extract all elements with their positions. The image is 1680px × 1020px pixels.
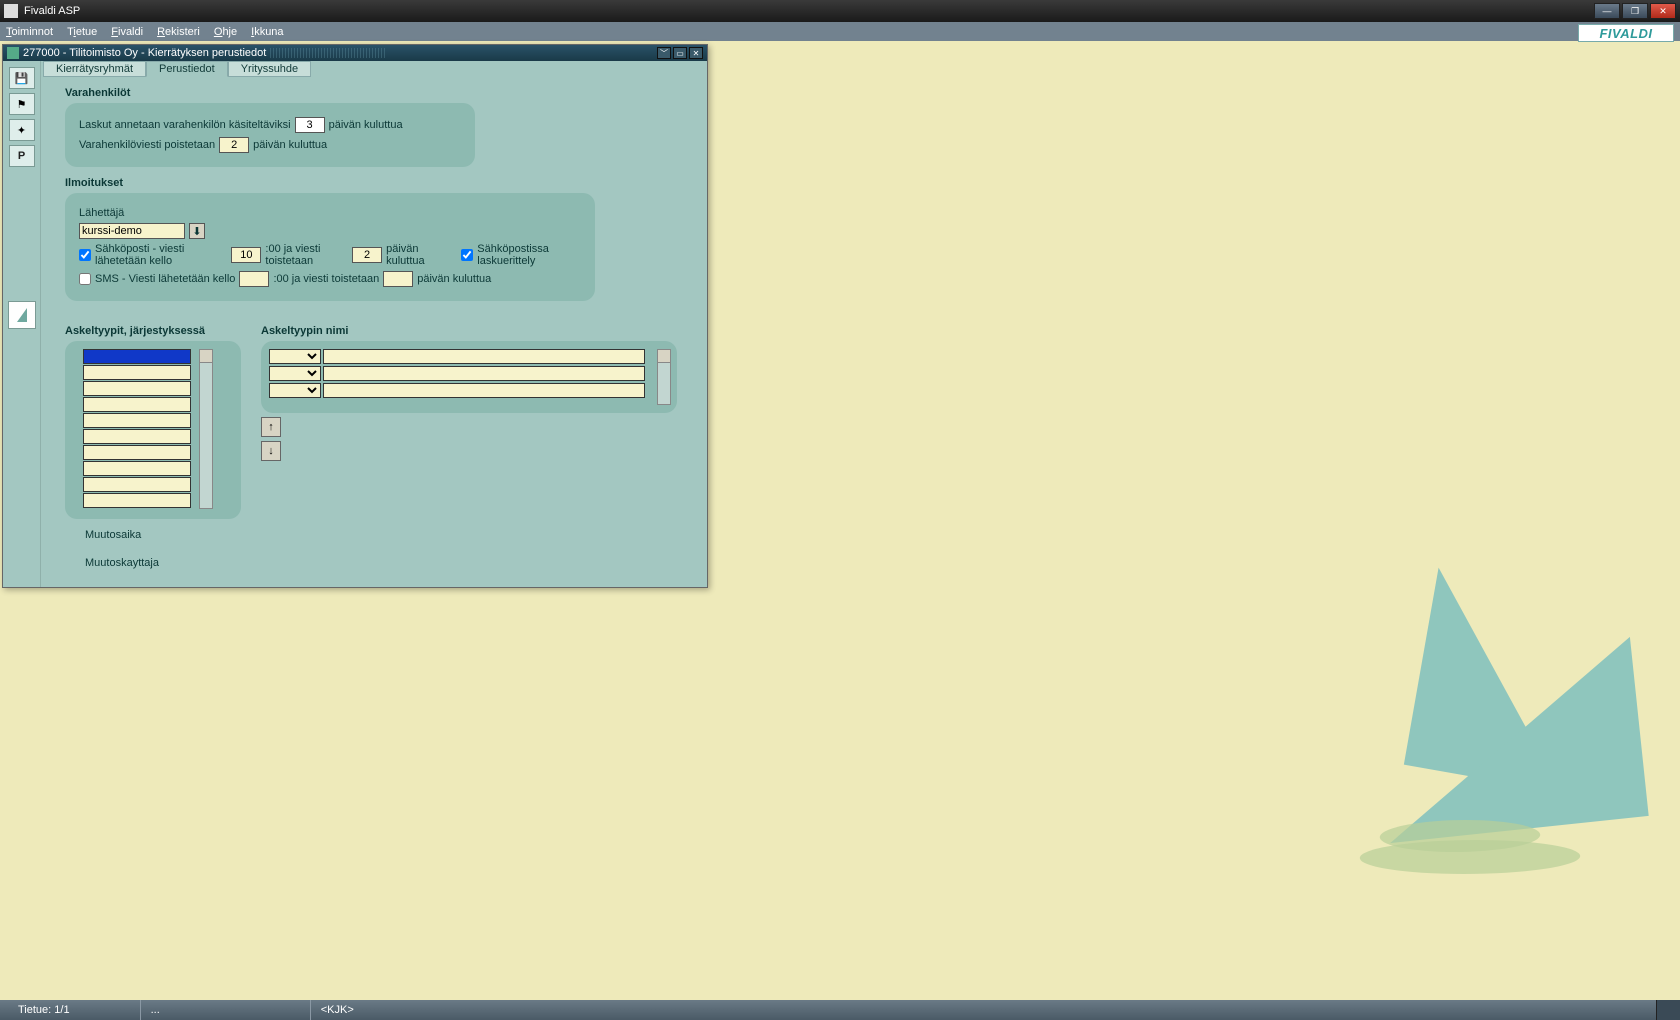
flag-icon[interactable]: ⚑: [9, 93, 35, 115]
list-item[interactable]: [83, 477, 191, 492]
window-icon: [7, 47, 19, 59]
muutosaika-label: Muutosaika: [85, 529, 241, 541]
askeltyypin-nimi-heading: Askeltyypin nimi: [261, 325, 677, 337]
fivaldi-logo-icon[interactable]: [8, 301, 36, 329]
maximize-button[interactable]: ❐: [1622, 3, 1648, 19]
email-label: Sähköposti - viesti lähetetään kello: [95, 243, 227, 267]
list-item[interactable]: [83, 381, 191, 396]
iw-minimize-button[interactable]: ﹀: [657, 47, 671, 59]
app-icon: [4, 4, 18, 18]
status-endcap: [1656, 1000, 1680, 1020]
save-icon[interactable]: 💾: [9, 67, 35, 89]
scroll-up-icon[interactable]: [200, 350, 212, 363]
list-scrollbar[interactable]: [199, 349, 213, 509]
sender-label: Lähettäjä: [79, 207, 124, 219]
name-input[interactable]: [323, 383, 645, 398]
vara-l1a: Laskut annetaan varahenkilön käsiteltävi…: [79, 119, 291, 131]
name-input[interactable]: [323, 349, 645, 364]
list-item[interactable]: [83, 365, 191, 380]
vara-l1b: päivän kuluttua: [329, 119, 403, 131]
vara-days1-input[interactable]: [295, 117, 325, 133]
statusbar: Tietue: 1/1 ... <KJK>: [0, 1000, 1680, 1020]
tab-kierratysryhmat[interactable]: Kierrätysryhmät: [43, 61, 146, 77]
list-item[interactable]: [83, 349, 191, 364]
brand-logo: FIVALDI: [1578, 24, 1674, 42]
name-input[interactable]: [323, 366, 645, 381]
status-dots: ...: [140, 1000, 170, 1020]
email-hour-input[interactable]: [231, 247, 261, 263]
lang-select[interactable]: [269, 349, 321, 364]
sms-checkbox[interactable]: [79, 273, 91, 285]
move-down-button[interactable]: ↓: [261, 441, 281, 461]
sms-after-d: päivän kuluttua: [417, 273, 491, 285]
list-item[interactable]: [83, 413, 191, 428]
menubar: Toiminnot Tietue Fivaldi Rekisteri Ohje …: [0, 22, 1680, 41]
sms-days-input[interactable]: [383, 271, 413, 287]
tab-perustiedot[interactable]: Perustiedot: [146, 61, 228, 77]
list-item[interactable]: [83, 397, 191, 412]
iw-close-button[interactable]: ✕: [689, 47, 703, 59]
menu-ohje[interactable]: Ohje: [214, 26, 237, 38]
erittely-label: Sähköpostissa laskuerittely: [477, 243, 581, 267]
internal-window-title: 277000 - Tilitoimisto Oy - Kierrätyksen …: [23, 47, 266, 59]
menu-toiminnot[interactable]: Toiminnot: [6, 26, 53, 38]
list-item[interactable]: [83, 493, 191, 508]
minimize-button[interactable]: —: [1594, 3, 1620, 19]
askeltyypit-heading: Askeltyypit, järjestyksessä: [65, 325, 241, 337]
email-checkbox[interactable]: [79, 249, 91, 261]
internal-window-titlebar[interactable]: 277000 - Tilitoimisto Oy - Kierrätyksen …: [3, 45, 707, 61]
os-titlebar: Fivaldi ASP — ❐ ✕: [0, 0, 1680, 22]
email-after-h: :00 ja viesti toistetaan: [265, 243, 348, 267]
background-logo: [1160, 520, 1640, 900]
ilmoitukset-heading: Ilmoitukset: [65, 177, 695, 189]
askeltyypin-nimi-panel: [261, 341, 677, 413]
lang-select[interactable]: [269, 366, 321, 381]
close-button[interactable]: ✕: [1650, 3, 1676, 19]
erittely-checkbox[interactable]: [461, 249, 473, 261]
tab-content: Varahenkilöt Laskut annetaan varahenkilö…: [43, 77, 705, 585]
menu-ikkuna[interactable]: Ikkuna: [251, 26, 283, 38]
name-scrollbar[interactable]: [657, 349, 671, 405]
sender-dropdown-button[interactable]: ⬇: [189, 223, 205, 239]
app-title: Fivaldi ASP: [24, 5, 80, 17]
list-item[interactable]: [83, 461, 191, 476]
email-after-d: päivän kuluttua: [386, 243, 444, 267]
muutoskayttaja-label: Muutoskayttaja: [85, 557, 241, 569]
varahenkilot-panel: Laskut annetaan varahenkilön käsiteltävi…: [65, 103, 475, 167]
list-item[interactable]: [83, 445, 191, 460]
tab-yrityssuhde[interactable]: Yrityssuhde: [228, 61, 311, 77]
status-user: <KJK>: [310, 1000, 364, 1020]
vara-l2a: Varahenkilöviesti poistetaan: [79, 139, 215, 151]
list-item[interactable]: [83, 429, 191, 444]
vara-days2-input[interactable]: [219, 137, 249, 153]
p-button[interactable]: P: [9, 145, 35, 167]
status-record: Tietue: 1/1: [8, 1000, 80, 1020]
menu-fivaldi[interactable]: Fivaldi: [111, 26, 143, 38]
menu-rekisteri[interactable]: Rekisteri: [157, 26, 200, 38]
sms-after-h: :00 ja viesti toistetaan: [273, 273, 379, 285]
sidebar-toolbar: 💾 ⚑ ✦ P: [3, 61, 41, 587]
internal-window: 277000 - Tilitoimisto Oy - Kierrätyksen …: [2, 44, 708, 588]
iw-maximize-button[interactable]: ▭: [673, 47, 687, 59]
scroll-up-icon[interactable]: [658, 350, 670, 363]
ilmoitukset-panel: Lähettäjä ⬇ Sähköposti - viesti lähetetä…: [65, 193, 595, 301]
varahenkilot-heading: Varahenkilöt: [65, 87, 695, 99]
sms-hour-input[interactable]: [239, 271, 269, 287]
askeltyypit-list-panel: [65, 341, 241, 519]
sms-label: SMS - Viesti lähetetään kello: [95, 273, 235, 285]
vara-l2b: päivän kuluttua: [253, 139, 327, 151]
sender-input[interactable]: [79, 223, 185, 239]
new-icon[interactable]: ✦: [9, 119, 35, 141]
tabs: Kierrätysryhmät Perustiedot Yrityssuhde: [43, 61, 311, 77]
menu-tietue[interactable]: Tietue: [67, 26, 97, 38]
move-up-button[interactable]: ↑: [261, 417, 281, 437]
lang-select[interactable]: [269, 383, 321, 398]
email-days-input[interactable]: [352, 247, 382, 263]
